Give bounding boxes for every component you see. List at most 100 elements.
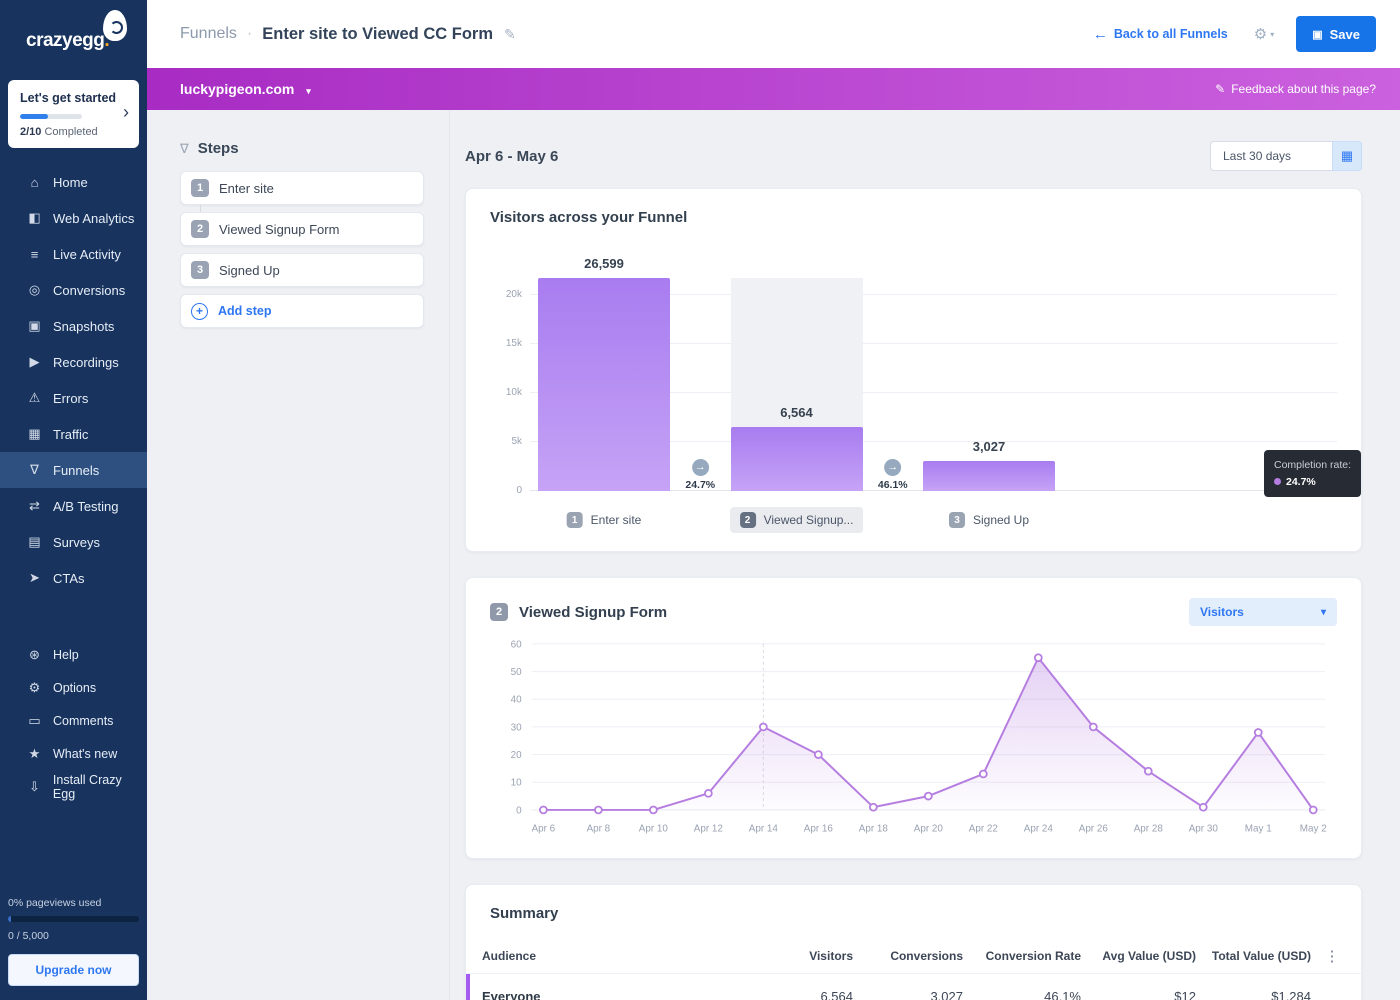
- column-header-visitors[interactable]: Visitors: [743, 949, 853, 963]
- funnel-bar-chart: 05k10k15k20k26,5996,5643,027→24.7%→46.1%…: [530, 278, 1337, 491]
- step-card-enter-site[interactable]: 1Enter site: [180, 171, 424, 205]
- funnel-bar-3[interactable]: [923, 461, 1055, 491]
- y-axis-tick-label: 30: [511, 722, 522, 733]
- edit-pencil-icon[interactable]: ✎: [504, 26, 516, 43]
- column-header-audience[interactable]: Audience: [482, 949, 743, 963]
- date-range-label: Apr 6 - May 6: [465, 148, 558, 165]
- data-point[interactable]: [1145, 768, 1152, 775]
- add-step-button[interactable]: + Add step: [180, 294, 424, 328]
- value-cell: 46.1%: [963, 989, 1081, 1000]
- data-point[interactable]: [1090, 723, 1097, 730]
- funnel-step-label-1[interactable]: 1Enter site: [557, 507, 652, 533]
- calendar-button[interactable]: ▦: [1332, 141, 1362, 171]
- sidebar-item-conversions[interactable]: ◎Conversions: [0, 272, 147, 308]
- data-point[interactable]: [650, 806, 657, 813]
- data-point[interactable]: [705, 790, 712, 797]
- data-point[interactable]: [1200, 804, 1207, 811]
- home-icon: ⌂: [26, 175, 43, 190]
- sidebar-item-options[interactable]: ⚙Options: [0, 671, 147, 704]
- usage-label: 0% pageviews used: [8, 897, 139, 909]
- get-started-progress-text: 2/10 Completed: [20, 126, 129, 138]
- web-analytics-icon: ◧: [26, 210, 43, 226]
- sidebar-item-funnels[interactable]: ∇Funnels: [0, 452, 147, 488]
- date-range-select[interactable]: Last 30 days: [1210, 141, 1332, 171]
- traffic-icon: ▦: [26, 426, 43, 442]
- area-fill: [543, 658, 1313, 810]
- sidebar-item-recordings[interactable]: ▶Recordings: [0, 344, 147, 380]
- get-started-title: Let's get started: [20, 91, 129, 105]
- step-card-viewed-signup-form[interactable]: 2Viewed Signup Form: [180, 212, 424, 246]
- comments-icon: ▭: [26, 713, 43, 729]
- sidebar-item-snapshots[interactable]: ▣Snapshots: [0, 308, 147, 344]
- sidebar-item-whats-new[interactable]: ★What's new: [0, 737, 147, 770]
- data-point[interactable]: [1255, 729, 1262, 736]
- usage-count: 0 / 5,000: [8, 930, 139, 942]
- step-card-signed-up[interactable]: 3Signed Up: [180, 253, 424, 287]
- page-title: Enter site to Viewed CC Form: [262, 25, 493, 44]
- data-point[interactable]: [925, 793, 932, 800]
- column-header-avg-value-usd-[interactable]: Avg Value (USD): [1081, 949, 1196, 963]
- funnel-bar-2[interactable]: [731, 427, 863, 491]
- legend-dot: [1274, 478, 1281, 485]
- conversion-rate-label: 24.7%: [685, 479, 715, 491]
- step-line-chart-card: 2 Viewed Signup Form Visitors ▾ 01020304…: [465, 577, 1362, 859]
- sidebar-item-errors[interactable]: ⚠Errors: [0, 380, 147, 416]
- breadcrumb[interactable]: Funnels: [180, 25, 237, 43]
- crazyegg-logo[interactable]: crazyegg: [0, 0, 147, 70]
- metric-select-dropdown[interactable]: Visitors ▾: [1189, 598, 1337, 626]
- funnel-bar-1[interactable]: [538, 278, 670, 491]
- header-actions: ← Back to all Funnels ⚙▾ ▣ Save: [1093, 16, 1376, 52]
- sidebar-item-live-activity[interactable]: ≡Live Activity: [0, 236, 147, 272]
- step-label: Signed Up: [219, 263, 280, 278]
- funnel-step-label-3[interactable]: 3Signed Up: [939, 507, 1039, 533]
- arrow-right-icon: →: [692, 459, 709, 476]
- funnels-icon: ∇: [26, 462, 43, 478]
- data-point[interactable]: [870, 804, 877, 811]
- sidebar-item-label: Snapshots: [53, 319, 114, 334]
- sidebar-item-install-crazy-egg[interactable]: ⇩Install Crazy Egg: [0, 770, 147, 803]
- x-axis-tick-label: Apr 8: [587, 824, 611, 835]
- upgrade-now-button[interactable]: Upgrade now: [8, 954, 139, 986]
- data-point[interactable]: [760, 723, 767, 730]
- date-controls: Last 30 days ▦: [1210, 141, 1362, 171]
- sidebar-item-traffic[interactable]: ▦Traffic: [0, 416, 147, 452]
- data-point[interactable]: [540, 806, 547, 813]
- site-selector-bar: luckypigeon.com ▾ ✎ Feedback about this …: [147, 68, 1400, 110]
- feedback-link[interactable]: ✎ Feedback about this page?: [1215, 82, 1376, 96]
- settings-gear-button[interactable]: ⚙▾: [1254, 25, 1274, 43]
- column-header-total-value-usd-[interactable]: Total Value (USD): [1196, 949, 1311, 963]
- data-point[interactable]: [980, 771, 987, 778]
- step-label: Enter site: [219, 181, 274, 196]
- column-header-conversion-rate[interactable]: Conversion Rate: [963, 949, 1081, 963]
- kebab-menu-icon[interactable]: ⋮: [1311, 947, 1353, 965]
- site-domain-dropdown[interactable]: luckypigeon.com ▾: [180, 81, 311, 97]
- back-to-funnels-link[interactable]: ← Back to all Funnels: [1093, 26, 1228, 43]
- sidebar-item-ab-testing[interactable]: ⇄A/B Testing: [0, 488, 147, 524]
- app-root: crazyegg Let's get started 2/10 Complete…: [0, 0, 1400, 1000]
- ab-testing-icon: ⇄: [26, 498, 43, 514]
- get-started-card[interactable]: Let's get started 2/10 Completed ›: [8, 80, 139, 148]
- conversion-rate-label: 46.1%: [878, 479, 908, 491]
- save-button[interactable]: ▣ Save: [1296, 16, 1376, 52]
- line-card-title: Viewed Signup Form: [519, 604, 667, 621]
- logo-text: crazyegg: [26, 30, 109, 51]
- get-started-progress-bar: [20, 114, 82, 119]
- data-point[interactable]: [595, 806, 602, 813]
- sidebar-item-comments[interactable]: ▭Comments: [0, 704, 147, 737]
- conversions-icon: ◎: [26, 282, 43, 298]
- data-point[interactable]: [1310, 806, 1317, 813]
- x-axis-tick-label: May 1: [1245, 824, 1272, 835]
- sidebar-item-help[interactable]: ⊛Help: [0, 638, 147, 671]
- sidebar-item-web-analytics[interactable]: ◧Web Analytics: [0, 200, 147, 236]
- step-number-badge: 2: [740, 512, 756, 528]
- save-disk-icon: ▣: [1312, 28, 1322, 41]
- funnel-step-label-2[interactable]: 2Viewed Signup...: [730, 507, 864, 533]
- data-point[interactable]: [1035, 654, 1042, 661]
- sidebar-item-surveys[interactable]: ▤Surveys: [0, 524, 147, 560]
- sidebar-item-ctas[interactable]: ➤CTAs: [0, 560, 147, 596]
- x-axis-tick-label: Apr 12: [694, 824, 723, 835]
- summary-table-row[interactable]: Everyone6,5643,02746.1%$12$1,284: [466, 974, 1361, 1000]
- sidebar-item-home[interactable]: ⌂Home: [0, 164, 147, 200]
- data-point[interactable]: [815, 751, 822, 758]
- column-header-conversions[interactable]: Conversions: [853, 949, 963, 963]
